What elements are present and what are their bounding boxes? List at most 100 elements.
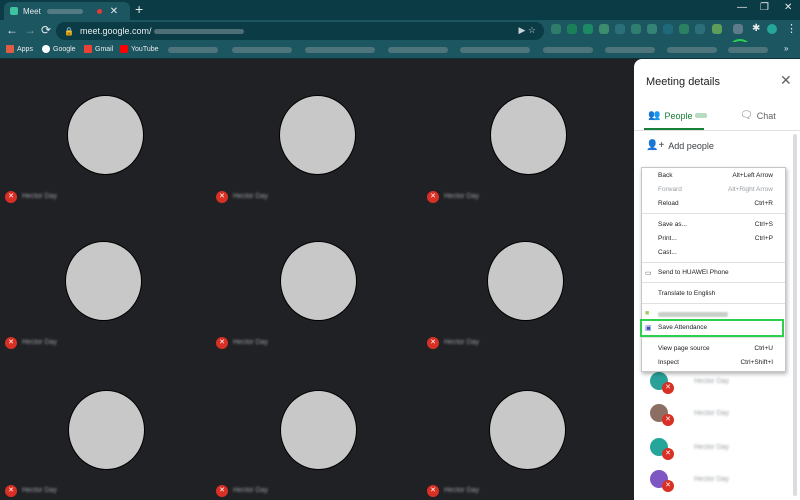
participant-tile[interactable]: ✕ Hector Day	[211, 59, 422, 206]
reload-icon[interactable]: ⟳	[41, 23, 51, 37]
people-list-item[interactable]: ✕ Hector Day	[650, 438, 790, 466]
forward-arrow-icon[interactable]: →	[24, 23, 36, 37]
camera-star-icons[interactable]: ▶ ☆	[519, 25, 537, 36]
menu-item-label: Save as...	[658, 221, 687, 228]
participant-tile[interactable]: ✕ Hector Day	[422, 206, 633, 353]
menu-item-back[interactable]: Back Alt+Left Arrow	[642, 170, 785, 182]
meet-video-grid: ✕ Hector Day ✕ Hector Day ✕ Hector Day ✕…	[0, 59, 634, 500]
address-bar[interactable]: 🔒 meet.google.com/ ▶ ☆	[56, 22, 544, 40]
menu-item-reload[interactable]: Reload Ctrl+R	[642, 198, 785, 210]
mic-off-icon: ✕	[427, 485, 439, 497]
menu-item-label: Cast...	[658, 249, 677, 256]
extension-icon[interactable]	[567, 24, 577, 34]
profile-avatar[interactable]	[767, 24, 777, 34]
participant-name: Hector Day	[233, 487, 269, 494]
bookmark-redacted[interactable]	[460, 47, 530, 53]
menu-item-shortcut: Alt+Right Arrow	[728, 186, 773, 193]
add-people-button[interactable]: 👤+ Add people	[646, 140, 714, 151]
extension-icon[interactable]	[615, 24, 625, 34]
menu-item-label: Print...	[658, 235, 677, 242]
tab-people-label: People	[664, 110, 693, 121]
more-bookmarks-icon[interactable]: »	[784, 44, 788, 53]
people-list-item[interactable]: ✕ Hector Day	[650, 470, 790, 498]
participant-name: Hector Day	[444, 339, 480, 346]
menu-item-shortcut: Ctrl+R	[754, 200, 773, 207]
menu-item-send-to-phone[interactable]: ▭ Send to HUAWEI Phone	[642, 267, 785, 279]
menu-kebab-icon[interactable]: ⋮	[786, 22, 797, 35]
redacted-menu-label	[658, 312, 728, 317]
url-path-redacted	[153, 28, 244, 34]
menu-item-shortcut: Ctrl+S	[754, 221, 773, 228]
people-list-item[interactable]: ✕ Hector Day	[650, 404, 790, 432]
participant-tile[interactable]: ✕ Hector Day	[211, 206, 422, 353]
person-name: Hector Day	[694, 378, 730, 385]
bookmark-redacted[interactable]	[388, 47, 448, 53]
bookmark-youtube[interactable]: YouTube	[120, 45, 159, 53]
menu-item-shortcut: Ctrl+U	[754, 345, 773, 352]
panel-scrollbar[interactable]	[793, 134, 797, 496]
extension-icon[interactable]	[583, 24, 593, 34]
back-arrow-icon[interactable]: ←	[6, 23, 18, 37]
participant-tile[interactable]: ✕ Hector Day	[422, 59, 633, 206]
bookmark-label: YouTube	[131, 45, 159, 53]
menu-item-label: Translate to English	[658, 290, 716, 297]
participant-tile[interactable]: ✕ Hector Day	[0, 59, 211, 206]
menu-item-print[interactable]: Print... Ctrl+P	[642, 233, 785, 245]
mic-off-icon: ✕	[5, 191, 17, 203]
participant-tile[interactable]: ✕ Hector Day	[0, 206, 211, 353]
menu-item-inspect[interactable]: Inspect Ctrl+Shift+I	[642, 357, 785, 369]
menu-separator	[642, 262, 785, 263]
tab-close-icon[interactable]: ✕	[110, 6, 118, 17]
participant-tile[interactable]: ✕ Hector Day	[0, 353, 211, 500]
menu-item-save-as[interactable]: Save as... Ctrl+S	[642, 219, 785, 231]
extension-icon[interactable]	[663, 24, 673, 34]
menu-item-view-source[interactable]: View page source Ctrl+U	[642, 343, 785, 355]
bookmark-redacted[interactable]	[667, 47, 717, 53]
new-tab-button[interactable]: +	[135, 1, 143, 17]
add-people-label: Add people	[668, 140, 714, 151]
restore-icon[interactable]: ❐	[760, 2, 769, 13]
bookmark-redacted[interactable]	[543, 47, 593, 53]
extension-icon[interactable]	[551, 24, 561, 34]
extension-icon[interactable]	[679, 24, 689, 34]
extension-menu-icon: ■	[645, 310, 650, 317]
menu-item-label: Send to HUAWEI Phone	[658, 269, 729, 276]
participant-name: Hector Day	[444, 193, 480, 200]
participant-name: Hector Day	[22, 487, 58, 494]
extensions-puzzle-icon[interactable]: ✱	[752, 23, 762, 34]
bookmark-redacted[interactable]	[168, 47, 218, 53]
bookmark-gmail[interactable]: Gmail	[84, 45, 113, 53]
minimize-icon[interactable]: —	[737, 2, 747, 13]
browser-tab-meet[interactable]: Meet ✕	[4, 2, 130, 20]
extension-icon[interactable]	[695, 24, 705, 34]
chat-icon: 🗨	[740, 110, 753, 121]
url-text: meet.google.com/	[79, 26, 152, 36]
participant-tile[interactable]: ✕ Hector Day	[211, 353, 422, 500]
bookmark-google[interactable]: Google	[42, 45, 76, 53]
tab-people[interactable]: 👥 People	[648, 110, 708, 121]
bookmark-apps[interactable]: Apps	[6, 45, 33, 53]
mic-off-icon: ✕	[216, 191, 228, 203]
lock-icon: 🔒	[64, 26, 74, 36]
people-list-item[interactable]: ✕ Hector Day	[650, 372, 790, 400]
bookmark-redacted[interactable]	[232, 47, 292, 53]
participant-tile[interactable]: ✕ Hector Day	[422, 353, 633, 500]
extension-icon[interactable]	[647, 24, 657, 34]
menu-item-label: Back	[658, 172, 673, 179]
tab-chat[interactable]: 🗨 Chat	[740, 110, 776, 121]
bookmark-redacted[interactable]	[305, 47, 375, 53]
bookmark-redacted[interactable]	[605, 47, 655, 53]
browser-tab-strip: Meet ✕ + — ❐ ✕	[0, 0, 800, 20]
extension-icon[interactable]	[712, 24, 722, 34]
menu-item-shortcut: Alt+Left Arrow	[732, 172, 773, 179]
attendance-extension-icon[interactable]	[733, 24, 743, 34]
panel-close-icon[interactable]: ✕	[780, 72, 792, 89]
menu-item-forward[interactable]: Forward Alt+Right Arrow	[642, 184, 785, 196]
extension-icon[interactable]	[631, 24, 641, 34]
extension-icon[interactable]	[599, 24, 609, 34]
window-close-icon[interactable]: ✕	[784, 2, 792, 13]
menu-item-translate[interactable]: Translate to English	[642, 288, 785, 300]
menu-item-cast[interactable]: Cast...	[642, 247, 785, 259]
tab-chat-label: Chat	[756, 110, 776, 121]
bookmark-redacted[interactable]	[728, 47, 768, 53]
